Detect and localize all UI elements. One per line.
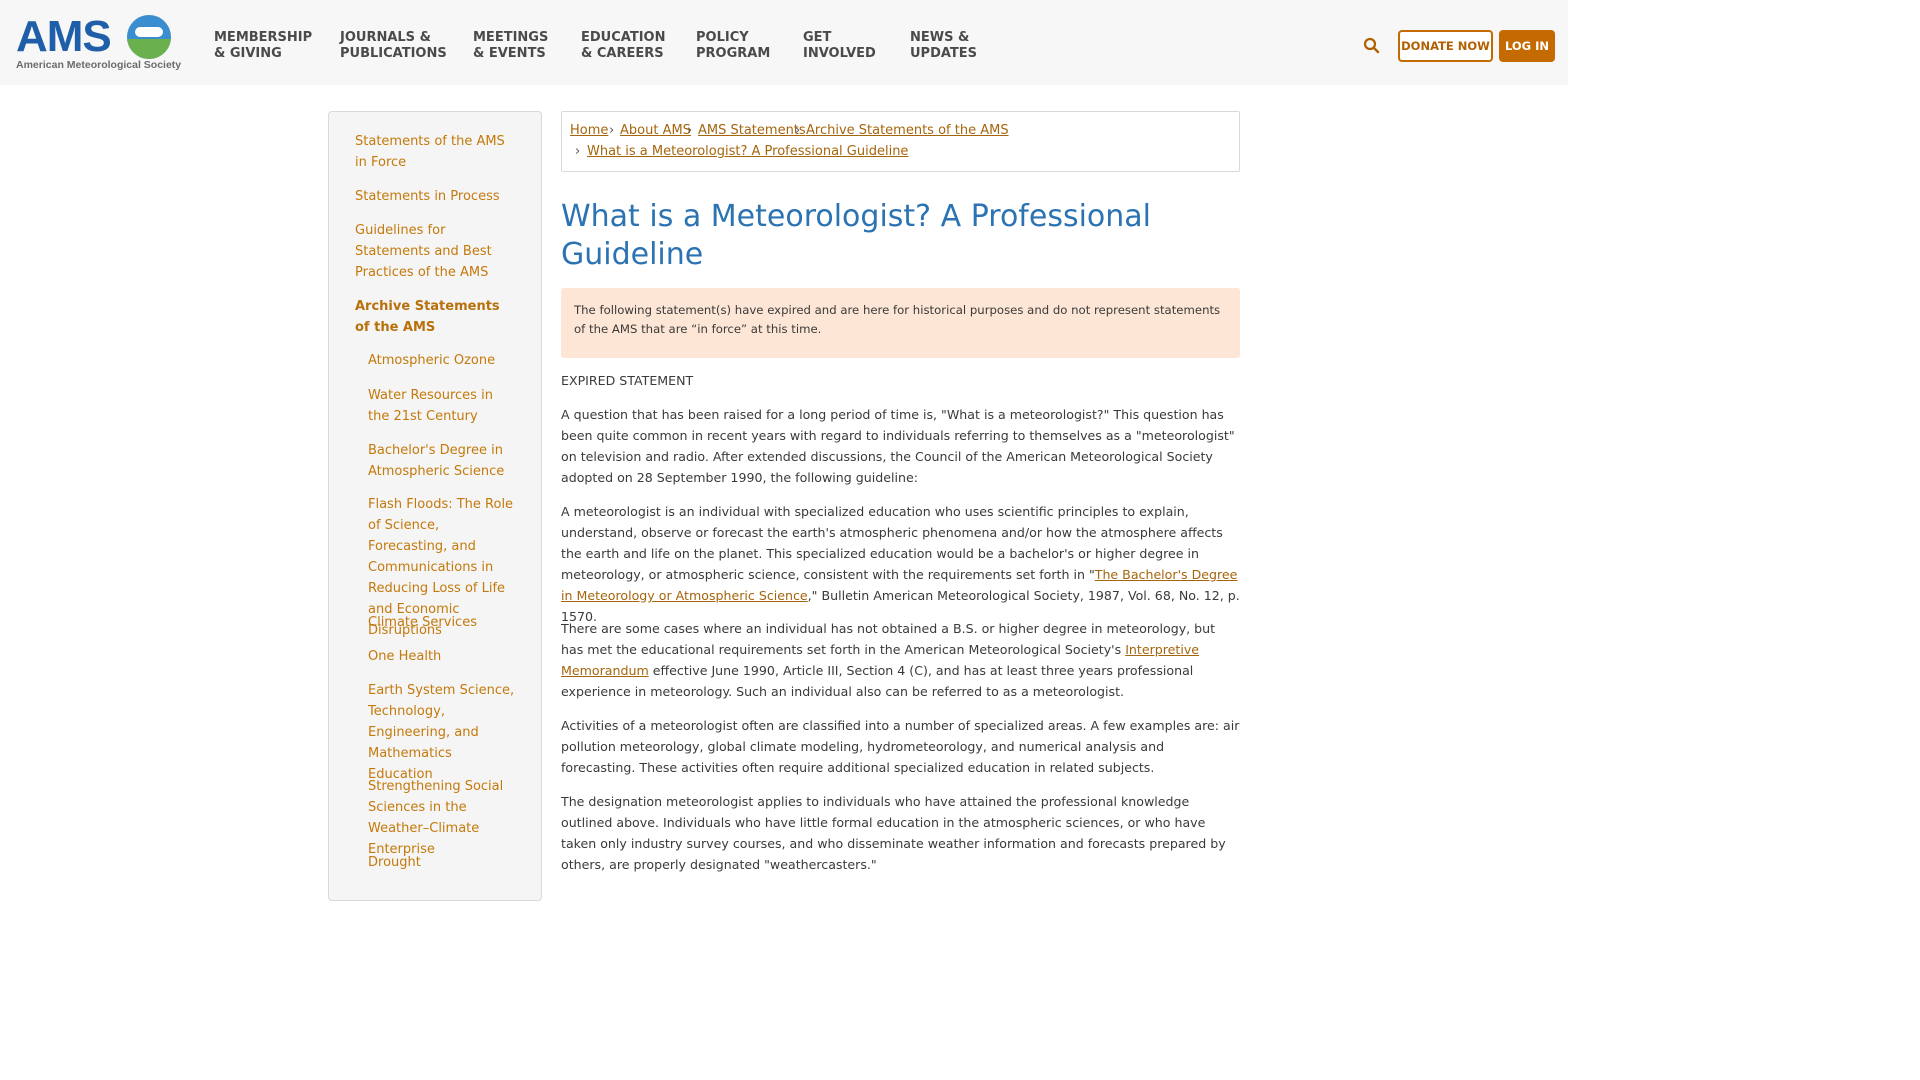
globe-icon xyxy=(127,15,171,59)
sidebar-subitem-one-health[interactable]: One Health xyxy=(368,646,518,667)
sidebar-subitem-drought[interactable]: Drought xyxy=(368,852,518,873)
paragraph-definition: A meteorologist is an individual with sp… xyxy=(561,504,1240,624)
nav-get-involved[interactable]: GET INVOLVED xyxy=(803,30,876,62)
sidebar-subitem-climate-services[interactable]: Climate Services xyxy=(368,612,518,633)
sidebar-subitem-social-sciences[interactable]: Strengthening Social Sciences in the Wea… xyxy=(368,776,518,860)
ams-logo[interactable]: AMS American Meteorological Society xyxy=(16,12,181,73)
sidebar-subitem-earth-system-science[interactable]: Earth System Science, Technology, Engine… xyxy=(368,680,518,785)
sidebar-item-statements-in-force[interactable]: Statements of the AMS in Force xyxy=(355,131,515,173)
breadcrumb-archive-statements[interactable]: Archive Statements of the AMS xyxy=(806,120,1009,141)
site-header: AMS American Meteorological Society MEMB… xyxy=(0,0,1568,85)
breadcrumb-separator: › xyxy=(687,123,693,138)
nav-education-careers[interactable]: EDUCATION & CAREERS xyxy=(581,30,665,62)
nav-journals-publications[interactable]: JOURNALS & PUBLICATIONS xyxy=(340,30,447,62)
donate-now-button[interactable]: DONATE NOW xyxy=(1398,30,1493,62)
paragraph-activities: Activities of a meteorologist often are … xyxy=(561,718,1240,775)
breadcrumb-ams-statements[interactable]: AMS Statements xyxy=(698,120,806,141)
breadcrumb-about-ams[interactable]: About AMS xyxy=(620,120,691,141)
sidebar-subitem-atmospheric-ozone[interactable]: Atmospheric Ozone xyxy=(368,350,518,371)
breadcrumb-current-page[interactable]: What is a Meteorologist? A Professional … xyxy=(587,141,908,162)
sidebar-item-statements-in-process[interactable]: Statements in Process xyxy=(355,186,515,207)
sidebar-nav: Statements of the AMS in Force Statement… xyxy=(328,111,542,901)
sidebar-subitem-bachelors-degree[interactable]: Bachelor's Degree in Atmospheric Science xyxy=(368,440,518,482)
sidebar-item-guidelines[interactable]: Guidelines for Statements and Best Pract… xyxy=(355,220,515,283)
breadcrumb: Home › About AMS › AMS Statements › Arch… xyxy=(561,111,1240,172)
sidebar-subitem-water-resources[interactable]: Water Resources in the 21st Century xyxy=(368,385,518,427)
paragraph-designation: The designation meteorologist applies to… xyxy=(561,794,1226,872)
breadcrumb-home[interactable]: Home xyxy=(570,120,608,141)
nav-membership-giving[interactable]: MEMBERSHIP & GIVING xyxy=(214,30,312,62)
log-in-button[interactable]: LOG IN xyxy=(1499,30,1555,62)
expired-statement-label: EXPIRED STATEMENT xyxy=(561,373,694,388)
breadcrumb-separator: › xyxy=(609,123,615,138)
nav-news-updates[interactable]: NEWS & UPDATES xyxy=(910,30,977,62)
breadcrumb-separator: › xyxy=(795,123,801,138)
paragraph-exceptions: There are some cases where an individual… xyxy=(561,621,1216,699)
breadcrumb-separator: › xyxy=(575,144,581,159)
search-icon[interactable] xyxy=(1362,36,1382,56)
nav-policy-program[interactable]: POLICY PROGRAM xyxy=(696,30,770,62)
paragraph-intro: A question that has been raised for a lo… xyxy=(561,407,1235,485)
logo-text: AMS xyxy=(16,12,112,61)
sidebar-item-archive-statements[interactable]: Archive Statements of the AMS xyxy=(355,296,515,338)
expired-notice: The following statement(s) have expired … xyxy=(561,288,1240,358)
logo-subtitle: American Meteorological Society xyxy=(16,59,182,71)
page-title: What is a Meteorologist? A Professional … xyxy=(561,199,1151,272)
nav-meetings-events[interactable]: MEETINGS & EVENTS xyxy=(473,30,548,62)
